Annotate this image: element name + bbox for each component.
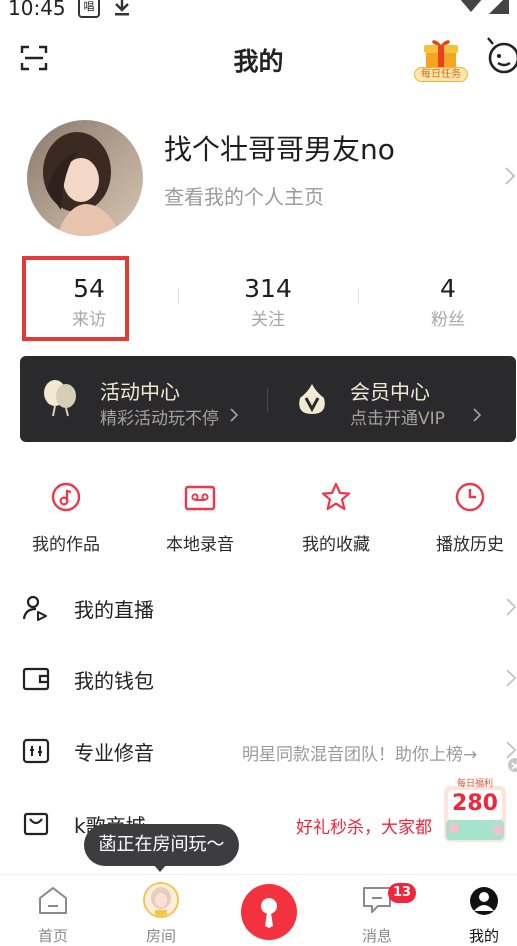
chevron-right-icon bbox=[473, 408, 481, 422]
music-disc-icon bbox=[51, 482, 81, 512]
star-icon bbox=[321, 482, 351, 511]
tooltip-tail bbox=[153, 864, 167, 872]
download-icon bbox=[115, 0, 129, 16]
stat-value: 314 bbox=[244, 274, 292, 303]
room-avatar[interactable] bbox=[143, 882, 179, 918]
view-homepage-link[interactable]: 查看我的个人主页 bbox=[164, 181, 324, 210]
membership-banner: 活动中心 精彩活动玩不停 会员中心 点击开通VIP bbox=[20, 356, 516, 442]
stat-divider bbox=[178, 288, 179, 304]
my-favorites-button[interactable]: 我的收藏 bbox=[286, 476, 386, 556]
record-button[interactable] bbox=[241, 884, 297, 940]
quick-actions: 我的作品 本地录音 我的收藏 播放历史 bbox=[0, 476, 517, 556]
daily-welfare-promo[interactable]: 每日福利 280 bbox=[440, 776, 510, 844]
daily-task-button[interactable]: 每日任务 bbox=[414, 36, 468, 82]
shopping-bag-icon bbox=[23, 812, 49, 836]
visitor-highlight-box bbox=[22, 256, 129, 341]
room-tooltip: 菡正在房间玩～ bbox=[84, 824, 239, 866]
nav-label: 房间 bbox=[145, 927, 176, 945]
stat-fans[interactable]: 4 粉丝 bbox=[388, 256, 508, 330]
local-recording-button[interactable]: 本地录音 bbox=[150, 476, 250, 556]
quick-action-label: 我的收藏 bbox=[302, 535, 370, 555]
quick-action-label: 播放历史 bbox=[436, 535, 504, 555]
quick-action-label: 我的作品 bbox=[32, 535, 100, 555]
signal-icon bbox=[460, 0, 509, 14]
messages-badge: 13 bbox=[388, 883, 417, 903]
menu-my-wallet[interactable]: 我的钱包 bbox=[0, 651, 517, 707]
vip-center-entry[interactable]: 会员中心 点击开通VIP bbox=[268, 356, 516, 442]
quick-action-label: 本地录音 bbox=[166, 535, 234, 555]
close-promo-button[interactable] bbox=[508, 758, 517, 772]
audio-tune-icon bbox=[22, 738, 50, 764]
chevron-right-icon bbox=[506, 598, 516, 616]
chevron-right-icon bbox=[230, 408, 238, 422]
menu-label: 我的直播 bbox=[74, 598, 154, 622]
menu-promo-text: 明星同款混音团队！助你上榜→ bbox=[242, 745, 478, 765]
vip-center-subtitle: 点击开通VIP bbox=[350, 409, 445, 429]
menu-label: 专业修音 bbox=[74, 741, 154, 765]
activity-center-subtitle: 精彩活动玩不停 bbox=[100, 409, 219, 429]
stat-value: 4 bbox=[440, 274, 456, 303]
promo-amount: 280 bbox=[452, 791, 498, 816]
balloon-icon bbox=[44, 380, 76, 417]
nav-label: 首页 bbox=[37, 927, 68, 945]
vip-icon bbox=[299, 384, 325, 414]
nav-label: 消息 bbox=[361, 927, 392, 945]
cassette-icon bbox=[184, 485, 216, 511]
clock-icon bbox=[455, 482, 485, 512]
my-works-button[interactable]: 我的作品 bbox=[16, 476, 116, 556]
chevron-right-icon bbox=[506, 741, 516, 759]
smiley-face-icon[interactable] bbox=[484, 36, 517, 76]
vip-center-title: 会员中心 bbox=[350, 380, 430, 404]
gift-icon bbox=[424, 40, 458, 68]
chevron-right-icon bbox=[506, 669, 516, 687]
menu-pro-audio-tune[interactable]: 专业修音 明星同款混音团队！助你上榜→ bbox=[0, 723, 517, 779]
close-icon bbox=[511, 762, 517, 770]
stat-divider bbox=[358, 288, 359, 304]
avatar-photo bbox=[27, 120, 143, 236]
header: 我的 每日任务 bbox=[0, 30, 517, 86]
status-bar: 10:45 唱 bbox=[0, 0, 517, 22]
username: 找个壮哥哥男友no bbox=[164, 133, 395, 166]
stat-label: 粉丝 bbox=[431, 310, 465, 330]
app-notification-icon: 唱 bbox=[78, 0, 100, 18]
nav-mine[interactable]: 我的 bbox=[444, 875, 517, 946]
promo-top-text: 每日福利 bbox=[456, 779, 493, 789]
wallet-icon bbox=[22, 667, 50, 691]
live-user-icon bbox=[22, 595, 47, 621]
stat-label: 关注 bbox=[251, 310, 285, 330]
stat-following[interactable]: 314 关注 bbox=[208, 256, 328, 330]
microphone-icon bbox=[261, 898, 277, 928]
play-history-button[interactable]: 播放历史 bbox=[420, 476, 517, 556]
nav-home[interactable]: 首页 bbox=[13, 875, 93, 946]
menu-label: 我的钱包 bbox=[74, 669, 154, 693]
activity-center-title: 活动中心 bbox=[100, 380, 180, 404]
activity-center-entry[interactable]: 活动中心 精彩活动玩不停 bbox=[20, 356, 267, 442]
menu-promo-text: 好礼秒杀，大家都 bbox=[296, 818, 432, 838]
user-avatar[interactable] bbox=[27, 120, 143, 236]
user-circle-icon bbox=[470, 887, 498, 915]
nav-label: 我的 bbox=[468, 927, 499, 945]
room-avatar-photo bbox=[145, 884, 177, 916]
menu-my-live[interactable]: 我的直播 bbox=[0, 580, 517, 636]
daily-task-label: 每日任务 bbox=[414, 67, 468, 82]
home-icon bbox=[39, 887, 67, 914]
chevron-right-icon[interactable] bbox=[504, 166, 516, 186]
status-time: 10:45 bbox=[8, 0, 66, 20]
